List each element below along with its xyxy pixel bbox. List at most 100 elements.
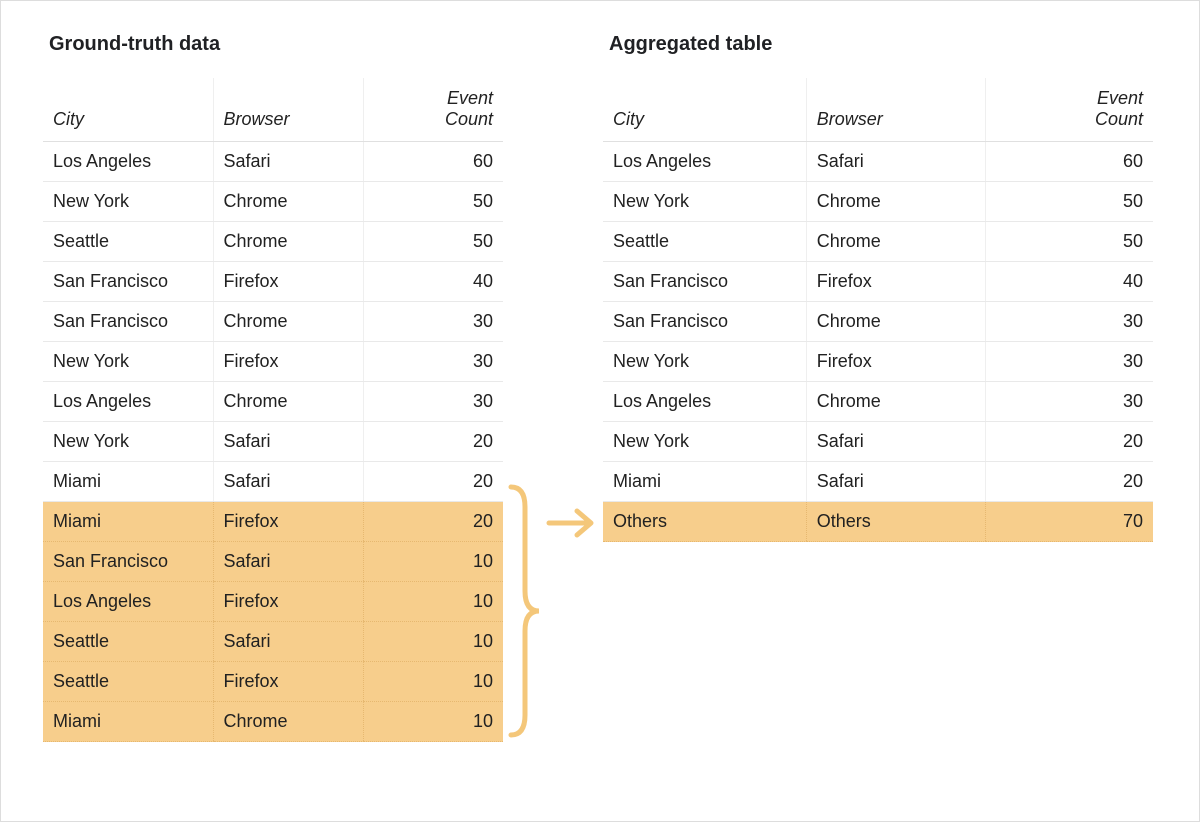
col-header-city: City [43,78,213,142]
brace-icon [511,487,539,735]
cell-count: 30 [986,382,1153,422]
cell-browser: Firefox [213,662,363,702]
cell-count: 10 [363,702,503,742]
table-row: MiamiSafari20 [43,462,503,502]
cell-city: Seattle [43,622,213,662]
cell-browser: Safari [213,462,363,502]
cell-browser: Firefox [213,262,363,302]
cell-browser: Chrome [213,382,363,422]
cell-count: 50 [986,222,1153,262]
table-row: MiamiFirefox20 [43,502,503,542]
cell-count: 50 [986,182,1153,222]
table-row: SeattleSafari10 [43,622,503,662]
table-row: San FranciscoSafari10 [43,542,503,582]
cell-browser: Firefox [806,342,985,382]
cell-city: Miami [43,502,213,542]
cell-city: San Francisco [603,302,806,342]
cell-city: Seattle [603,222,806,262]
table-row: OthersOthers70 [603,502,1153,542]
cell-count: 20 [363,502,503,542]
cell-count: 30 [363,302,503,342]
table-row: SeattleChrome50 [43,222,503,262]
table-row: San FranciscoChrome30 [43,302,503,342]
cell-count: 30 [986,302,1153,342]
table-row: Los AngelesChrome30 [603,382,1153,422]
cell-browser: Firefox [213,342,363,382]
cell-browser: Safari [213,622,363,662]
cell-city: New York [603,422,806,462]
cell-count: 10 [363,662,503,702]
table-row: San FranciscoFirefox40 [603,262,1153,302]
cell-city: Others [603,502,806,542]
arrow-right-icon [549,511,591,535]
cell-browser: Chrome [806,222,985,262]
cell-city: New York [603,342,806,382]
ground-truth-panel: Ground-truth data City Browser EventCoun… [43,33,503,742]
cell-browser: Chrome [806,302,985,342]
cell-count: 50 [363,222,503,262]
col-header-count: EventCount [986,78,1153,142]
col-header-browser: Browser [213,78,363,142]
cell-city: San Francisco [603,262,806,302]
table-row: Los AngelesSafari60 [603,142,1153,182]
cell-count: 40 [363,262,503,302]
table-row: Los AngelesSafari60 [43,142,503,182]
table-row: MiamiSafari20 [603,462,1153,502]
aggregated-table: City Browser EventCount Los AngelesSafar… [603,78,1153,542]
cell-count: 10 [363,582,503,622]
cell-city: New York [603,182,806,222]
table-row: New YorkSafari20 [603,422,1153,462]
cell-browser: Chrome [213,702,363,742]
cell-city: Miami [43,462,213,502]
aggregated-title: Aggregated table [609,33,1153,56]
table-row: New YorkFirefox30 [43,342,503,382]
cell-city: Los Angeles [43,142,213,182]
cell-city: Seattle [43,222,213,262]
cell-city: Los Angeles [603,142,806,182]
aggregated-panel: Aggregated table City Browser EventCount… [603,33,1153,542]
diagram-frame: Ground-truth data City Browser EventCoun… [0,0,1200,822]
cell-count: 30 [986,342,1153,382]
cell-browser: Safari [806,142,985,182]
cell-count: 60 [363,142,503,182]
cell-browser: Chrome [213,222,363,262]
cell-city: New York [43,342,213,382]
cell-city: Los Angeles [603,382,806,422]
ground-truth-title: Ground-truth data [49,33,503,56]
cell-browser: Firefox [806,262,985,302]
cell-city: San Francisco [43,302,213,342]
cell-city: San Francisco [43,542,213,582]
table-row: New YorkChrome50 [43,182,503,222]
cell-browser: Safari [213,422,363,462]
cell-city: New York [43,182,213,222]
ground-truth-table: City Browser EventCount Los AngelesSafar… [43,78,503,742]
cell-browser: Safari [806,422,985,462]
cell-browser: Firefox [213,582,363,622]
cell-count: 40 [986,262,1153,302]
cell-count: 20 [986,462,1153,502]
aggregation-connector [503,33,603,793]
cell-count: 30 [363,342,503,382]
table-row: Los AngelesFirefox10 [43,582,503,622]
table-row: New YorkFirefox30 [603,342,1153,382]
cell-city: Miami [603,462,806,502]
table-row: San FranciscoFirefox40 [43,262,503,302]
cell-browser: Firefox [213,502,363,542]
cell-count: 50 [363,182,503,222]
col-header-count: EventCount [363,78,503,142]
cell-count: 20 [363,422,503,462]
cell-browser: Chrome [213,182,363,222]
cell-city: New York [43,422,213,462]
cell-count: 10 [363,622,503,662]
col-header-browser: Browser [806,78,985,142]
table-row: Los AngelesChrome30 [43,382,503,422]
cell-count: 20 [363,462,503,502]
cell-count: 20 [986,422,1153,462]
cell-browser: Others [806,502,985,542]
cell-count: 10 [363,542,503,582]
cell-browser: Chrome [806,182,985,222]
cell-city: Seattle [43,662,213,702]
cell-city: San Francisco [43,262,213,302]
cell-browser: Safari [213,142,363,182]
cell-count: 70 [986,502,1153,542]
